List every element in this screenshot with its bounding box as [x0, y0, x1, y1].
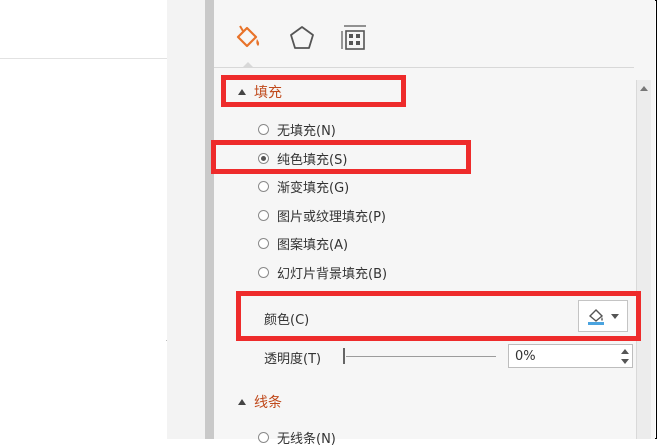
transparency-value: 0% [515, 348, 536, 364]
transparency-row: 透明度(T) [264, 344, 321, 370]
transparency-spinbox[interactable]: 0% [508, 344, 633, 368]
line-section-header[interactable]: 线条 [238, 390, 282, 414]
pane-splitter[interactable] [205, 0, 214, 439]
tab-fill-line[interactable] [232, 22, 264, 54]
highlight-solid-fill [211, 140, 471, 174]
radio-pattern-fill[interactable]: 图案填充(A) [258, 232, 348, 254]
highlight-fill-header [221, 75, 406, 107]
spin-down-icon[interactable] [621, 359, 629, 364]
radio-no-fill[interactable]: 无填充(N) [258, 118, 336, 140]
transparency-label: 透明度(T) [264, 351, 322, 367]
slide-edge [0, 58, 167, 440]
tab-divider [214, 67, 634, 68]
radio-button[interactable] [258, 237, 269, 249]
tab-effects[interactable] [286, 22, 318, 54]
radio-label: 渐变填充(G) [277, 180, 350, 196]
line-section-title: 线条 [254, 395, 282, 411]
tab-size-properties[interactable] [338, 22, 370, 54]
pane-scrollbar[interactable] [636, 80, 651, 439]
radio-button[interactable] [258, 180, 269, 192]
transparency-slider-track[interactable] [346, 356, 496, 357]
size-position-icon [341, 25, 366, 50]
radio-button[interactable] [258, 209, 269, 221]
paint-bucket-icon [236, 25, 260, 48]
radio-label: 图片或纹理填充(P) [277, 209, 386, 225]
radio-label: 幻灯片背景填充(B) [277, 266, 388, 282]
radio-button[interactable] [258, 266, 269, 278]
collapse-triangle-icon [238, 399, 246, 405]
pane-tab-strip [214, 18, 655, 64]
radio-slide-background-fill[interactable]: 幻灯片背景填充(B) [258, 261, 387, 283]
format-shape-pane: 填充 无填充(N) 纯色填充(S) 渐变填充(G) 图片或纹理填充(P) 图案填… [214, 0, 655, 447]
radio-no-line[interactable]: 无线条(N) [258, 426, 336, 448]
spin-arrows[interactable] [620, 346, 630, 366]
slide-canvas[interactable] [0, 0, 167, 440]
transparency-slider-thumb[interactable] [343, 348, 345, 364]
radio-label: 图案填充(A) [277, 237, 349, 253]
pentagon-icon [290, 26, 314, 49]
radio-label: 无填充(N) [277, 123, 336, 139]
radio-picture-texture-fill[interactable]: 图片或纹理填充(P) [258, 204, 386, 226]
radio-gradient-fill[interactable]: 渐变填充(G) [258, 175, 349, 197]
scroll-up-icon[interactable] [640, 86, 648, 91]
spin-up-icon[interactable] [621, 349, 629, 354]
highlight-color-row [236, 291, 641, 341]
editor-gutter [167, 0, 205, 439]
radio-label: 无线条(N) [277, 431, 336, 447]
radio-button[interactable] [258, 431, 269, 443]
radio-button[interactable] [258, 123, 269, 135]
